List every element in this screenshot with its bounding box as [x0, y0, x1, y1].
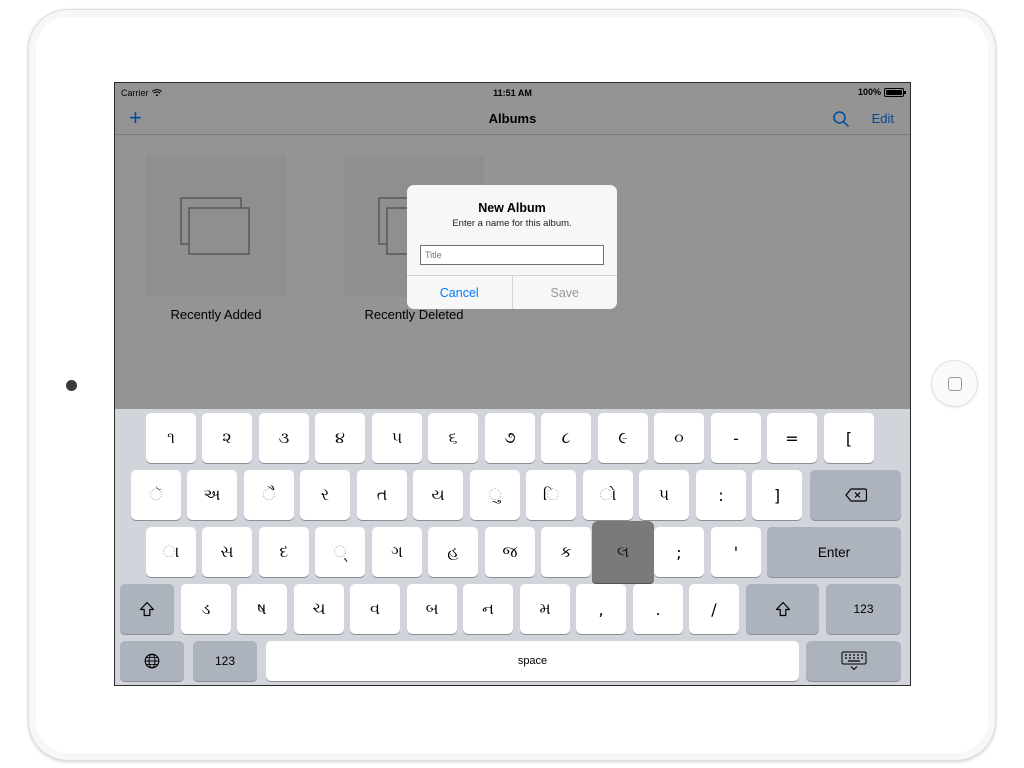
key[interactable]: ા [146, 527, 196, 577]
shift-icon [139, 601, 155, 617]
key[interactable]: ] [752, 470, 802, 520]
key[interactable]: અ [187, 470, 237, 520]
key[interactable]: ુ [470, 470, 520, 520]
key[interactable]: . [633, 584, 683, 634]
key[interactable]: ૅ [131, 470, 181, 520]
key[interactable]: ૪ [315, 413, 365, 463]
key[interactable]: [ [824, 413, 874, 463]
key[interactable]: ર [300, 470, 350, 520]
key[interactable]: ષ [237, 584, 287, 634]
keyboard-hide-icon [841, 651, 866, 671]
key[interactable]: / [689, 584, 739, 634]
key[interactable]: જ [485, 527, 535, 577]
key[interactable]: ૭ [485, 413, 535, 463]
key[interactable]: ૬ [428, 413, 478, 463]
key[interactable]: - [711, 413, 761, 463]
key[interactable]: હ [428, 527, 478, 577]
screen: Carrier 11:51 AM 100% + Albums Edit Rece… [114, 82, 911, 686]
key[interactable]: ૨ [202, 413, 252, 463]
key[interactable]: પ [639, 470, 689, 520]
dialog-message: Enter a name for this album. [452, 218, 572, 229]
key[interactable]: સ [202, 527, 252, 577]
key[interactable]: ત [357, 470, 407, 520]
numbers-key-right[interactable]: 123 [826, 584, 901, 634]
backspace-icon [844, 488, 867, 502]
key[interactable]: ૩ [259, 413, 309, 463]
camera-dot [66, 380, 77, 391]
dialog-buttons: Cancel Save [407, 275, 617, 309]
shift-key-left[interactable] [120, 584, 174, 634]
key-pressed[interactable]: લ [592, 521, 654, 583]
space-key[interactable]: space [266, 641, 799, 681]
key[interactable]: ૧ [146, 413, 196, 463]
key[interactable]: ્ [315, 527, 365, 577]
key[interactable]: ' [711, 527, 761, 577]
numbers-key-left[interactable]: 123 [193, 641, 257, 681]
shift-icon [775, 601, 790, 617]
key[interactable]: ડ [181, 584, 231, 634]
key[interactable]: ક [541, 527, 591, 577]
home-square-icon [948, 377, 962, 391]
key[interactable]: , [576, 584, 626, 634]
globe-key[interactable] [120, 641, 184, 681]
key[interactable]: ચ [294, 584, 344, 634]
key[interactable]: દ [259, 527, 309, 577]
key[interactable]: બ [407, 584, 457, 634]
key[interactable]: વ [350, 584, 400, 634]
dialog-title: New Album [478, 201, 546, 215]
enter-key[interactable]: Enter [767, 527, 901, 577]
delete-key[interactable] [810, 470, 901, 520]
key[interactable]: = [767, 413, 817, 463]
key[interactable]: ; [654, 527, 704, 577]
key[interactable]: ૫ [372, 413, 422, 463]
key[interactable]: ગ [372, 527, 422, 577]
key[interactable]: : [696, 470, 746, 520]
key[interactable]: મ [520, 584, 570, 634]
key[interactable]: િ [526, 470, 576, 520]
key[interactable]: ૯ [598, 413, 648, 463]
shift-key-right[interactable] [746, 584, 819, 634]
home-button[interactable] [931, 360, 978, 407]
globe-icon [144, 653, 160, 669]
key[interactable]: ૮ [541, 413, 591, 463]
key[interactable]: ય [413, 470, 463, 520]
gujarati-keyboard: ૧ ૨ ૩ ૪ ૫ ૬ ૭ ૮ ૯ ૦ - = [ ૅ અ ૈ ર ત ય ુ … [115, 409, 910, 685]
key[interactable]: ન [463, 584, 513, 634]
new-album-dialog: New Album Enter a name for this album. C… [407, 185, 617, 309]
album-title-input[interactable] [420, 245, 604, 265]
cancel-button[interactable]: Cancel [407, 276, 513, 309]
key[interactable]: ૦ [654, 413, 704, 463]
key[interactable]: ૈ [244, 470, 294, 520]
key[interactable]: ો [583, 470, 633, 520]
save-button[interactable]: Save [513, 276, 618, 309]
hide-keyboard-key[interactable] [806, 641, 901, 681]
